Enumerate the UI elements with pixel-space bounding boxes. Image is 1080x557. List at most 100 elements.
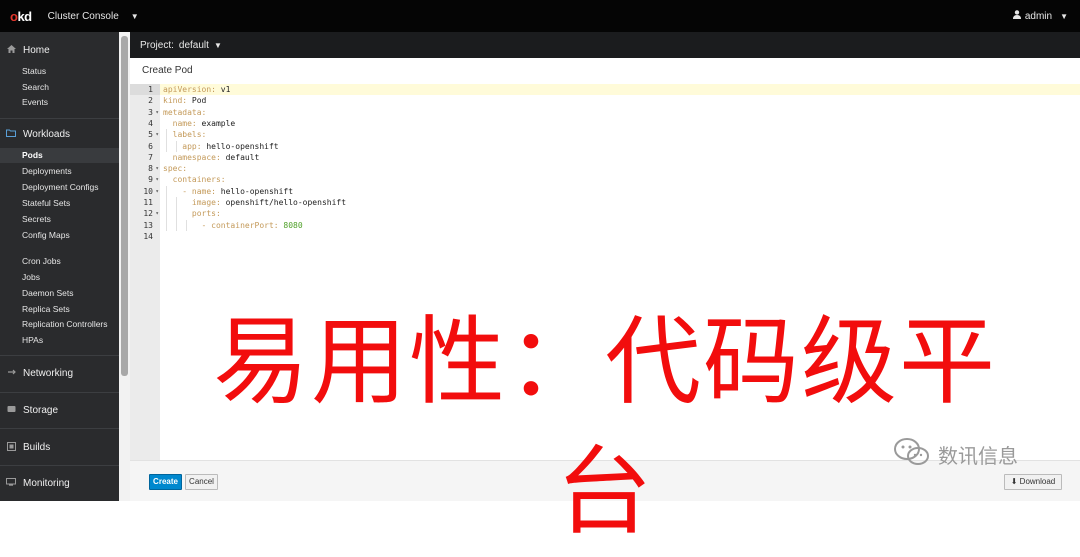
- code-line[interactable]: - name: hello-openshift: [163, 186, 293, 197]
- code-line[interactable]: kind: Pod: [163, 95, 206, 106]
- nav-section-networking[interactable]: Networking: [0, 366, 119, 380]
- nav-section-builds[interactable]: Builds: [0, 440, 119, 454]
- sidebar-scrollbar[interactable]: [119, 32, 130, 501]
- nav-section-storage[interactable]: Storage: [0, 403, 119, 417]
- code-line[interactable]: ports:: [163, 208, 221, 219]
- download-label: Download: [1019, 477, 1056, 486]
- okd-logo[interactable]: okd: [10, 9, 32, 24]
- wechat-icon: [892, 436, 932, 473]
- yaml-key: metadata:: [163, 107, 207, 117]
- fold-toggle-icon[interactable]: ▾: [155, 186, 159, 197]
- builds-icon: [6, 441, 16, 453]
- line-number: 14: [143, 231, 153, 241]
- yaml-value: Pod: [187, 96, 207, 106]
- nav-divider: [0, 428, 119, 429]
- line-number: 6: [148, 141, 153, 151]
- yaml-key: apiVersion:: [163, 85, 216, 94]
- line-number: 1: [130, 84, 160, 96]
- perspective-switcher[interactable]: Cluster Console ▼: [48, 11, 139, 22]
- chevron-down-icon: ▼: [130, 11, 139, 21]
- fold-toggle-icon[interactable]: ▾: [155, 163, 159, 174]
- nav-section-monitoring[interactable]: Monitoring: [0, 476, 119, 490]
- line-number: 2: [148, 96, 153, 106]
- nav-item-config-maps[interactable]: Config Maps: [0, 228, 119, 243]
- indent-guide: [176, 197, 177, 231]
- yaml-value: default: [220, 152, 260, 162]
- folder-icon: [6, 129, 16, 139]
- line-number: 13: [143, 220, 153, 230]
- nav-divider: [0, 465, 119, 466]
- code-line[interactable]: metadata:: [163, 107, 206, 118]
- line-number: 12 ▾: [143, 208, 159, 219]
- download-button[interactable]: ⬇ Download: [1004, 474, 1062, 490]
- nav-item-stateful-sets[interactable]: Stateful Sets: [0, 196, 119, 211]
- project-label: Project:: [140, 39, 174, 51]
- fold-toggle-icon[interactable]: ▾: [155, 174, 159, 185]
- user-name: admin: [1024, 10, 1053, 22]
- nav-item-search[interactable]: Search: [0, 80, 119, 95]
- project-bar: Project: default ▼: [130, 32, 1080, 58]
- user-icon: [1012, 10, 1021, 22]
- line-number: 8 ▾: [148, 163, 159, 174]
- yaml-value: 8080: [278, 220, 303, 230]
- code-line[interactable]: labels:: [163, 129, 207, 140]
- yaml-key: - name:: [163, 186, 216, 196]
- indent-guide: [186, 219, 187, 231]
- watermark-text: 数讯信息: [938, 444, 1018, 468]
- nav-item-pods[interactable]: Pods: [0, 148, 119, 163]
- nav-item-jobs[interactable]: Jobs: [0, 270, 119, 285]
- code-line[interactable]: name: example: [163, 118, 236, 129]
- code-line[interactable]: spec:: [163, 163, 187, 174]
- yaml-value: openshift/hello-openshift: [220, 198, 347, 207]
- yaml-key: name:: [163, 118, 197, 128]
- home-icon: [6, 45, 16, 55]
- code-line[interactable]: image: openshift/hello-openshift: [163, 197, 346, 208]
- line-number: 10 ▾: [143, 186, 159, 197]
- storage-icon: [6, 405, 16, 415]
- code-line[interactable]: containers:: [163, 174, 226, 185]
- nav-section-home[interactable]: Home: [0, 43, 119, 57]
- code-line[interactable]: app: hello-openshift: [163, 141, 278, 152]
- fold-toggle-icon[interactable]: ▾: [155, 208, 159, 219]
- yaml-value: example: [196, 118, 236, 128]
- project-dropdown[interactable]: default: [179, 40, 209, 51]
- yaml-key: labels:: [163, 130, 207, 140]
- yaml-key: containers:: [163, 175, 226, 185]
- cancel-button[interactable]: Cancel: [185, 474, 218, 490]
- yaml-value: v1: [215, 85, 231, 94]
- fold-toggle-icon[interactable]: ▾: [155, 129, 159, 140]
- nav-item-status[interactable]: Status: [0, 64, 119, 79]
- yaml-key: - containerPort:: [163, 220, 279, 230]
- code-line[interactable]: - containerPort: 8080: [163, 220, 303, 231]
- chevron-down-icon[interactable]: ▼: [214, 41, 222, 50]
- nav-item-deployments[interactable]: Deployments: [0, 164, 119, 179]
- yaml-key: namespace:: [163, 152, 221, 162]
- nav-item-replication-controllers[interactable]: Replication Controllers: [0, 317, 119, 332]
- nav-item-deployment-configs[interactable]: Deployment Configs: [0, 180, 119, 195]
- code-line[interactable]: namespace: default: [163, 152, 260, 163]
- nav-section-workloads[interactable]: Workloads: [0, 127, 119, 141]
- yaml-value: hello-openshift: [215, 186, 294, 196]
- editor-gutter: 1 2 3 ▾ 4 5 ▾ 6 7 8 ▾ 9 ▾ 10 ▾ 11 12 ▾ 13 14: [130, 84, 160, 460]
- yaml-key: ports:: [163, 209, 221, 219]
- user-menu[interactable]: admin ▼: [1012, 10, 1068, 22]
- line-number: 3 ▾: [148, 107, 159, 118]
- monitor-icon: [6, 478, 16, 488]
- nav-item-daemon-sets[interactable]: Daemon Sets: [0, 286, 119, 301]
- line-number: 11: [143, 198, 153, 207]
- yaml-key: app:: [163, 141, 202, 151]
- nav-item-events[interactable]: Events: [0, 95, 119, 110]
- nav-item-secrets[interactable]: Secrets: [0, 212, 119, 227]
- chevron-down-icon: ▼: [1060, 11, 1068, 21]
- scrollbar-thumb[interactable]: [121, 36, 128, 376]
- create-button[interactable]: Create: [149, 474, 182, 490]
- console-label: Cluster Console: [47, 10, 119, 22]
- line-number: 4: [148, 118, 153, 128]
- nav-item-cron-jobs[interactable]: Cron Jobs: [0, 254, 119, 269]
- nav-item-replica-sets[interactable]: Replica Sets: [0, 302, 119, 317]
- network-icon: [6, 368, 16, 378]
- nav-item-hpas[interactable]: HPAs: [0, 333, 119, 348]
- download-icon: ⬇: [1010, 477, 1018, 486]
- code-line[interactable]: apiVersion: v1: [163, 84, 230, 95]
- fold-toggle-icon[interactable]: ▾: [155, 107, 159, 118]
